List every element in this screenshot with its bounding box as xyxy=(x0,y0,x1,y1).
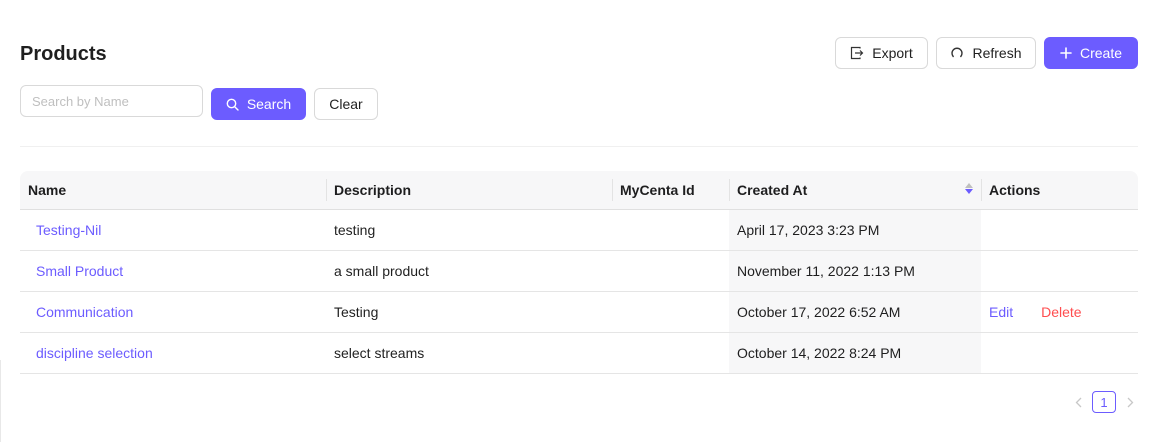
search-button[interactable]: Search xyxy=(211,88,306,120)
refresh-label: Refresh xyxy=(972,45,1022,61)
product-created-at: April 17, 2023 3:23 PM xyxy=(729,210,981,250)
left-edge xyxy=(0,360,1,442)
chevron-left-icon[interactable] xyxy=(1070,391,1086,413)
pagination: 1 xyxy=(1070,391,1138,413)
export-label: Export xyxy=(872,45,913,61)
product-description: Testing xyxy=(334,304,379,320)
column-header-mycenta-id: MyCenta Id xyxy=(612,171,729,209)
product-name-link[interactable]: Testing-Nil xyxy=(36,222,101,238)
delete-link[interactable]: Delete xyxy=(1041,304,1081,320)
product-name-link[interactable]: Communication xyxy=(36,304,133,320)
plus-icon xyxy=(1060,47,1072,59)
product-mycenta-id xyxy=(612,333,729,373)
table-row: discipline selection select streams Octo… xyxy=(20,333,1138,374)
divider xyxy=(20,146,1138,147)
product-mycenta-id xyxy=(612,251,729,291)
column-header-created-at-label: Created At xyxy=(737,182,808,198)
product-description: testing xyxy=(334,222,376,238)
table-row: Small Product a small product November 1… xyxy=(20,251,1138,292)
product-created-at: October 14, 2022 8:24 PM xyxy=(729,333,981,373)
search-label: Search xyxy=(246,96,292,112)
create-label: Create xyxy=(1079,45,1123,61)
search-input[interactable] xyxy=(20,85,203,117)
export-button[interactable]: Export xyxy=(835,37,928,69)
clear-label: Clear xyxy=(329,96,363,112)
row-actions: Edit Delete xyxy=(981,292,1138,332)
clear-button[interactable]: Clear xyxy=(314,88,378,120)
column-header-actions: Actions xyxy=(981,171,1138,209)
row-actions xyxy=(981,251,1138,291)
edit-link[interactable]: Edit xyxy=(989,304,1013,320)
product-description: select streams xyxy=(334,345,425,361)
refresh-button[interactable]: Refresh xyxy=(936,37,1036,69)
product-name-link[interactable]: discipline selection xyxy=(36,345,153,361)
product-name-link[interactable]: Small Product xyxy=(36,263,123,279)
table-row: Testing-Nil testing April 17, 2023 3:23 … xyxy=(20,210,1138,251)
page-title: Products xyxy=(20,43,107,65)
column-header-name: Name xyxy=(28,182,67,198)
search-icon xyxy=(226,98,239,111)
column-header-created-at[interactable]: Created At xyxy=(729,171,981,209)
products-table: Name Description MyCenta Id Created At A… xyxy=(20,171,1138,374)
row-actions xyxy=(981,333,1138,373)
product-mycenta-id xyxy=(612,292,729,332)
table-header: Name Description MyCenta Id Created At A… xyxy=(20,171,1138,210)
table-row: Communication Testing October 17, 2022 6… xyxy=(20,292,1138,333)
row-actions xyxy=(981,210,1138,250)
refresh-icon xyxy=(950,46,964,60)
export-icon xyxy=(850,46,864,60)
create-button[interactable]: Create xyxy=(1044,37,1138,69)
product-mycenta-id xyxy=(612,210,729,250)
chevron-right-icon[interactable] xyxy=(1122,391,1138,413)
column-header-description: Description xyxy=(326,171,612,209)
product-description: a small product xyxy=(334,263,429,279)
sort-caret-icon[interactable] xyxy=(965,183,973,194)
page-number[interactable]: 1 xyxy=(1092,391,1116,413)
product-created-at: October 17, 2022 6:52 AM xyxy=(729,292,981,332)
product-created-at: November 11, 2022 1:13 PM xyxy=(729,251,981,291)
